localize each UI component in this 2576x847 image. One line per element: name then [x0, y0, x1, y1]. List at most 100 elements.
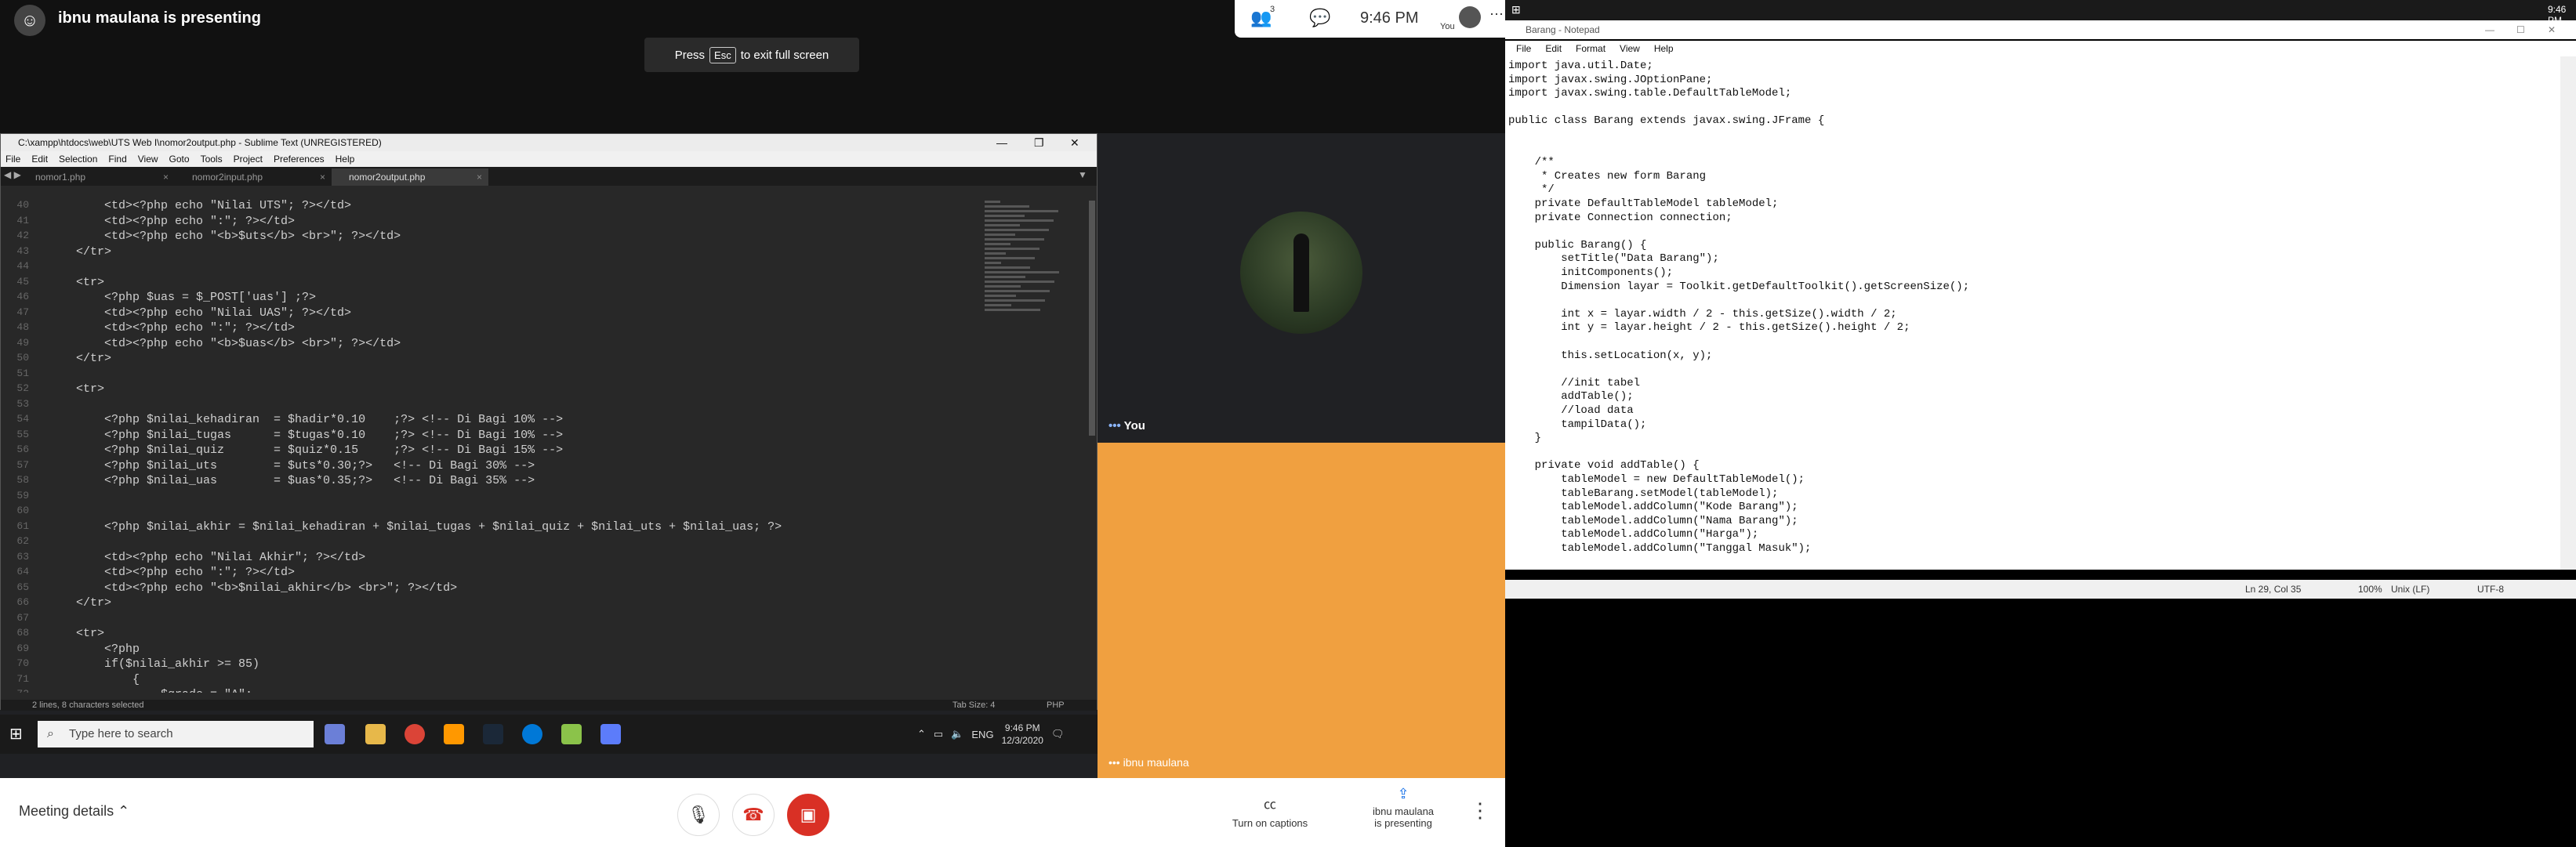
code-line: 53 [1, 398, 1090, 414]
notepad-menu-item[interactable]: View [1620, 41, 1640, 56]
code-line: 64 <td><?php echo ":"; ?></td> [1, 566, 1090, 581]
notepad-menu-item[interactable]: Help [1654, 41, 1674, 56]
notepad-scrollbar[interactable] [2560, 56, 2576, 570]
tab-nomor1[interactable]: nomor1.php × [18, 168, 175, 186]
notepad-menu-item[interactable]: File [1516, 41, 1531, 56]
tab-nomor2input[interactable]: nomor2input.php × [175, 168, 332, 186]
menu-item[interactable]: Preferences [274, 151, 325, 167]
meeting-details-button[interactable]: Meeting details ⌃ [19, 803, 129, 820]
code-line: 46 <?php $uas = $_POST['uas'] ;?> [1, 291, 1090, 306]
chevron-up-icon[interactable]: ⌃ [917, 728, 926, 740]
menu-item[interactable]: Selection [59, 151, 97, 167]
menu-item[interactable]: Edit [31, 151, 48, 167]
minimize-icon[interactable]: — [996, 134, 1007, 151]
microphone-icon: 🎙 [688, 805, 709, 824]
menu-item[interactable]: Goto [169, 151, 190, 167]
captions-button[interactable]: ㏄ Turn on captions [1223, 794, 1317, 829]
code-editor[interactable]: 40 <td><?php echo "Nilai UTS"; ?></td> 41… [1, 199, 1090, 693]
code-line: 63 <td><?php echo "Nilai Akhir"; ?></td> [1, 551, 1090, 566]
menu-item[interactable]: File [5, 151, 20, 167]
minimap-line [985, 243, 1010, 245]
meet-time: 9:46 PM [1360, 9, 1419, 27]
chat-icon[interactable]: 💬 [1309, 8, 1330, 28]
maximize-icon[interactable]: ☐ [2516, 20, 2525, 39]
edge-icon[interactable] [522, 724, 542, 744]
presenting-button[interactable]: ⇪ ibnu maulana is presenting [1348, 786, 1458, 829]
more-options-icon[interactable]: ⋮ [1470, 798, 1490, 823]
tile-ibnu-name: ibnu maulana [1123, 756, 1189, 769]
search-icon: ⌕ [47, 727, 54, 740]
line-number: 69 [16, 642, 29, 654]
line-text: <?php $nilai_akhir = $nilai_kehadiran + … [48, 519, 782, 534]
camera-button[interactable]: ▣ [787, 794, 829, 836]
code-line: 47 <td><?php echo "Nilai UAS"; ?></td> [1, 306, 1090, 322]
file-explorer-icon[interactable] [365, 724, 386, 744]
minimap-line [985, 266, 1030, 269]
notepad-menu-item[interactable]: Format [1576, 41, 1605, 56]
line-text: $grade = "A"; [48, 688, 252, 693]
taskbar-search[interactable]: ⌕ Type here to search [38, 721, 314, 747]
code-line: 40 <td><?php echo "Nilai UTS"; ?></td> [1, 199, 1090, 215]
windows-start-icon[interactable]: ⊞ [9, 724, 23, 744]
line-text: <tr> [48, 382, 105, 396]
close-tab-icon[interactable]: × [320, 168, 325, 186]
close-tab-icon[interactable]: × [163, 168, 169, 186]
minimap-line [985, 224, 1020, 226]
restore-icon[interactable]: ❐ [1034, 134, 1044, 151]
menu-item[interactable]: Find [108, 151, 126, 167]
syntax-status[interactable]: PHP [1047, 700, 1065, 711]
presenting-line2: is presenting [1374, 817, 1432, 829]
code-line: 54 <?php $nilai_kehadiran = $hadir*0.10 … [1, 413, 1090, 429]
esc-key-badge: Esc [709, 46, 736, 63]
notepad-menubar: File Edit Format View Help [1505, 41, 2576, 56]
network-icon[interactable]: ▭ [934, 728, 943, 740]
app-icon[interactable] [325, 724, 345, 744]
menu-item[interactable]: View [138, 151, 158, 167]
tile-ibnu: ••• ibnu maulana [1098, 443, 1505, 778]
notepad-line: private DefaultTableModel tableModel; [1508, 197, 1779, 210]
notepad-menu-item[interactable]: Edit [1545, 41, 1562, 56]
tab-dropdown-icon[interactable]: ▼ [1078, 169, 1087, 180]
hangup-button[interactable]: ☎ [732, 794, 775, 836]
notepad-editor[interactable]: import java.util.Date; import javax.swing… [1505, 56, 2560, 570]
menu-item[interactable]: Project [234, 151, 263, 167]
encoding: UTF-8 [2477, 584, 2504, 595]
notepad-line: } [1508, 432, 1542, 445]
notification-icon[interactable]: 🗨 [1051, 728, 1065, 740]
menu-item[interactable]: Help [336, 151, 355, 167]
steam-icon[interactable] [483, 724, 503, 744]
editor-scrollbar[interactable] [1089, 201, 1095, 436]
language-indicator[interactable]: ENG [971, 729, 993, 740]
tab-nomor2output[interactable]: nomor2output.php × [332, 168, 488, 186]
xampp-icon[interactable] [561, 724, 582, 744]
line-number: 72 [1, 688, 29, 693]
tab-size-status[interactable]: Tab Size: 4 [952, 700, 995, 711]
close-tab-icon[interactable]: × [477, 168, 482, 186]
people-icon[interactable]: 👥 [1250, 8, 1272, 28]
code-line: 49 <td><?php echo "<b>$uas</b> <br>"; ?>… [1, 337, 1090, 353]
line-number: 57 [16, 458, 29, 471]
taskbar-clock[interactable]: 9:46 PM 12/3/2020 [1002, 722, 1043, 747]
line-number: 40 [16, 199, 29, 211]
line-number: 42 [16, 230, 29, 241]
menu-item[interactable]: Tools [201, 151, 223, 167]
close-icon[interactable]: ✕ [2548, 20, 2556, 39]
tab-label: nomor1.php [35, 172, 86, 183]
sublime-icon[interactable] [444, 724, 464, 744]
minimap-line [985, 229, 1049, 231]
minimize-icon[interactable]: — [2485, 20, 2494, 39]
code-line: 43 </tr> [1, 245, 1090, 261]
line-text: <td><?php echo "Nilai UAS"; ?></td> [48, 306, 352, 320]
app2-icon[interactable] [600, 724, 621, 744]
mic-button[interactable]: 🎙 [677, 794, 720, 836]
minimap[interactable] [985, 201, 1079, 326]
tab-label: nomor2input.php [192, 172, 263, 183]
close-icon[interactable]: ✕ [1070, 134, 1079, 151]
volume-icon[interactable]: 🔈 [951, 728, 963, 740]
chrome-icon[interactable] [405, 724, 425, 744]
zoom-level: 100% [2358, 584, 2382, 595]
windows-start-icon[interactable]: ⊞ [1511, 3, 1521, 16]
minimap-line [985, 304, 1011, 306]
top-taskbar: ⊞ 9:46 PM [1505, 0, 2576, 26]
more-dots-icon[interactable]: ⋯ [1489, 6, 1504, 23]
